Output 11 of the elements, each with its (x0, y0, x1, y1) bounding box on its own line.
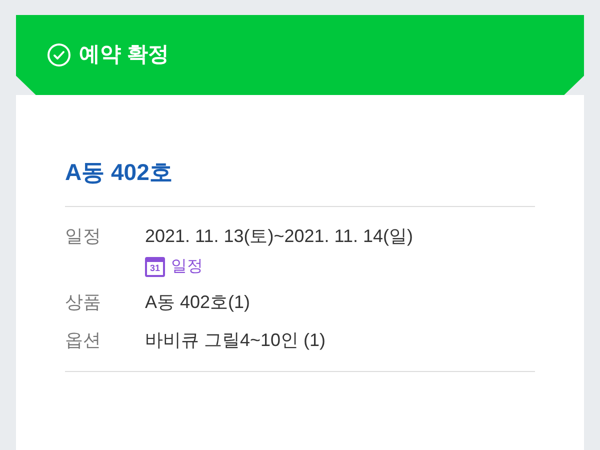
field-value: 2021. 11. 13(토)~2021. 11. 14(일) (145, 225, 413, 248)
banner-title: 예약 확정 (79, 42, 169, 68)
room-title: A동 402호 (65, 161, 535, 207)
calendar-link[interactable]: 31 일정 (145, 257, 203, 277)
check-circle-icon (47, 43, 71, 67)
field-label: 옵션 (65, 329, 102, 352)
field-label: 일정 (65, 225, 102, 248)
field-label: 상품 (65, 291, 102, 314)
field-value: A동 402호(1) (145, 291, 250, 314)
calendar-icon: 31 (145, 257, 165, 277)
field-value: 바비큐 그릴4~10인 (1) (145, 329, 326, 352)
